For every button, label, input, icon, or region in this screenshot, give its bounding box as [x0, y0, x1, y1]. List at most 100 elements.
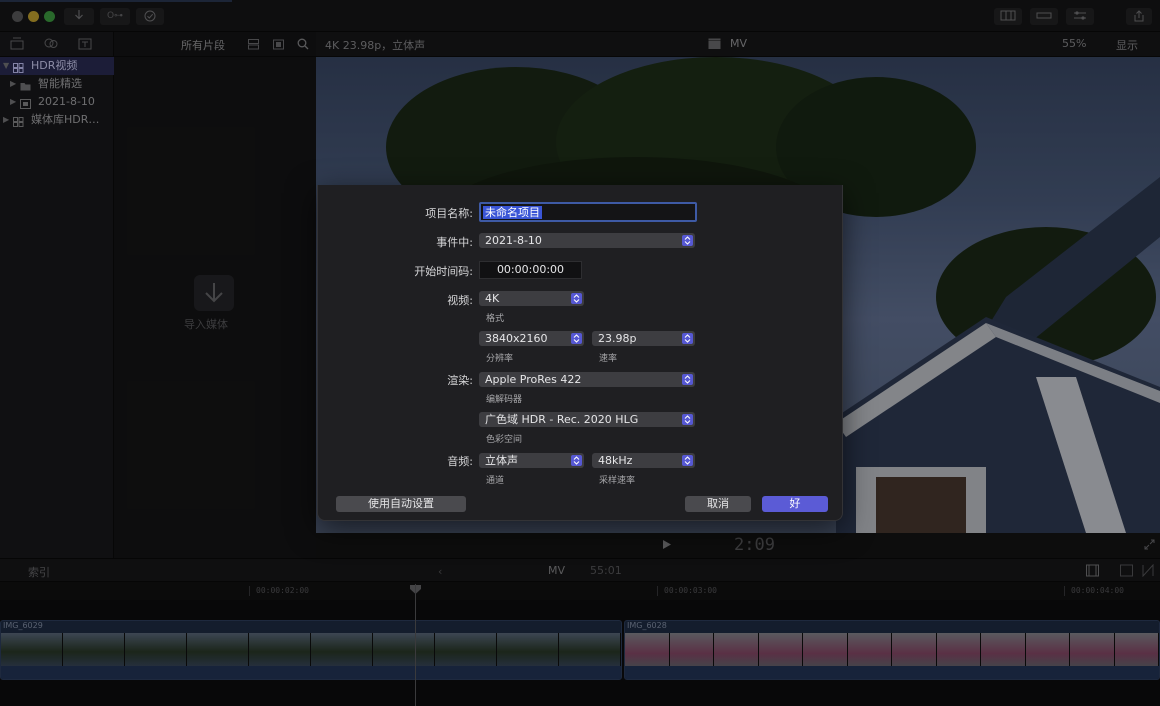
sample-rate-caption: 采样速率 [599, 476, 636, 486]
sample-rate-value: 48kHz [598, 454, 633, 467]
zoom-menu[interactable]: 55% [1062, 37, 1086, 50]
title-bar: O⊶ [0, 0, 1160, 32]
import-media-button[interactable] [194, 275, 234, 311]
updown-arrows-icon [682, 455, 693, 466]
viewer-header: 4K 23.98p，立体声 MV 55% 显示 [316, 32, 1160, 57]
updown-arrows-icon [571, 455, 582, 466]
viewer-timecode: 2:09 [734, 535, 775, 555]
show-browser-button[interactable] [994, 8, 1022, 25]
resolution-popup[interactable]: 3840x2160 [479, 331, 584, 346]
download-arrow-icon [205, 283, 223, 303]
event-label: 事件中: [436, 236, 473, 249]
color-space-value: 广色域 HDR - Rec. 2020 HLG [485, 413, 639, 426]
timeline-project-menu[interactable]: MV [548, 564, 565, 577]
libraries-icon[interactable] [10, 37, 24, 53]
library-item-label: 媒体库HDR… [31, 113, 100, 126]
codec-popup[interactable]: Apple ProRes 422 [479, 372, 695, 387]
resolution-value: 3840x2160 [485, 332, 548, 345]
clip-filter-menu[interactable]: 所有片段 [181, 37, 225, 53]
audio-channels-popup[interactable]: 立体声 [479, 453, 584, 468]
video-format-popup[interactable]: 4K [479, 291, 584, 306]
codec-caption: 编解码器 [486, 395, 523, 405]
background-tasks-button[interactable] [136, 8, 164, 25]
timeline-icon [1036, 12, 1052, 19]
disclosure-closed-icon[interactable]: ▶ [10, 93, 16, 111]
event-value: 2021-8-10 [485, 234, 542, 247]
library-item[interactable]: ▶ 智能精选 [0, 75, 114, 93]
timeline-clip[interactable]: IMG_6029 [0, 620, 622, 680]
timeline-ruler[interactable]: 00:00:02:00 00:00:03:00 00:00:04:00 [0, 582, 1160, 600]
library-item-label: 智能精选 [38, 77, 82, 90]
timeline-clip[interactable]: IMG_6028 [624, 620, 1160, 680]
library-grid-icon [13, 115, 24, 127]
event-popup[interactable]: 2021-8-10 [479, 233, 695, 248]
photos-audio-icon[interactable] [44, 37, 58, 53]
resolution-caption: 分辨率 [486, 354, 514, 364]
clip-appearance-icon[interactable] [1086, 564, 1099, 580]
new-project-dialog: 项目名称: 未命名项目 事件中: 2021-8-10 开始时间码: 00:00:… [317, 185, 843, 521]
disclosure-closed-icon[interactable]: ▶ [3, 111, 9, 129]
clip-filmstrip [625, 633, 1159, 667]
view-options-menu[interactable]: 显示 [1116, 37, 1138, 53]
updown-arrows-icon [571, 333, 582, 344]
disclosure-closed-icon[interactable]: ▶ [10, 75, 16, 93]
clip-filmstrip [1, 633, 621, 667]
start-timecode-label: 开始时间码: [414, 265, 473, 278]
close-window-button[interactable] [12, 11, 23, 22]
download-arrow-icon [75, 10, 83, 20]
ok-button[interactable]: 好 [762, 496, 828, 512]
timeline-duration: 55:01 [590, 564, 622, 577]
rate-caption: 速率 [599, 354, 618, 364]
clip-name: IMG_6029 [3, 621, 43, 630]
filmstrip-view-icon[interactable] [248, 39, 259, 53]
updown-arrows-icon [682, 414, 693, 425]
clip-audio-waveform [1, 666, 621, 679]
effects-browser-icon[interactable] [1120, 564, 1133, 580]
minimize-window-button[interactable] [28, 11, 39, 22]
timeline-toolbar: 索引 ‹ MV 55:01 [0, 558, 1160, 582]
color-space-caption: 色彩空间 [486, 435, 523, 445]
search-icon[interactable] [297, 38, 309, 53]
rate-popup[interactable]: 23.98p [592, 331, 695, 346]
clip-appearance-icon[interactable] [273, 39, 284, 53]
keywords-button[interactable]: O⊶ [100, 8, 130, 25]
timeline-index-button[interactable]: 索引 [28, 564, 50, 580]
titles-generators-icon[interactable] [78, 37, 92, 53]
library-item[interactable]: ▶ 2021-8-10 [0, 93, 114, 111]
codec-value: Apple ProRes 422 [485, 373, 582, 386]
share-icon [1134, 10, 1144, 22]
show-inspector-button[interactable] [1066, 8, 1094, 25]
disclosure-open-icon[interactable]: ▼ [3, 57, 9, 75]
library-item[interactable]: ▶ 媒体库HDR… [0, 111, 114, 129]
libraries-toolbar [0, 32, 113, 57]
updown-arrows-icon [571, 293, 582, 304]
use-automatic-settings-button[interactable]: 使用自动设置 [336, 496, 466, 512]
audio-channels-caption: 通道 [486, 476, 505, 486]
folder-icon [20, 79, 31, 91]
project-name-field[interactable]: 未命名项目 [479, 202, 697, 222]
start-timecode-field[interactable]: 00:00:00:00 [479, 261, 582, 279]
project-format-label: 4K 23.98p，立体声 [325, 39, 426, 52]
ruler-tick-label: 00:00:03:00 [664, 586, 717, 595]
library-item[interactable]: ▼ HDR视频 [0, 57, 114, 75]
video-label: 视频: [447, 294, 473, 307]
project-name-label: 项目名称: [425, 207, 473, 220]
sliders-icon [1074, 11, 1086, 20]
render-label: 渲染: [447, 374, 473, 387]
zoom-window-button[interactable] [44, 11, 55, 22]
show-timeline-button[interactable] [1030, 8, 1058, 25]
fullscreen-icon[interactable] [1144, 539, 1155, 553]
transitions-browser-icon[interactable] [1142, 563, 1154, 580]
back-arrow-icon[interactable]: ‹ [438, 565, 442, 578]
import-button[interactable] [64, 8, 94, 25]
sample-rate-popup[interactable]: 48kHz [592, 453, 695, 468]
background-task-progress [0, 0, 232, 2]
share-button[interactable] [1126, 8, 1152, 25]
playhead[interactable] [415, 584, 416, 706]
libraries-sidebar: ▼ HDR视频 ▶ 智能精选 ▶ 2021-8-10 ▶ 媒体库HDR… [0, 32, 114, 558]
timeline-tracks[interactable]: IMG_6029 IMG_6028 [0, 600, 1160, 706]
color-space-popup[interactable]: 广色域 HDR - Rec. 2020 HLG [479, 412, 695, 427]
cancel-button[interactable]: 取消 [685, 496, 751, 512]
library-item-label: HDR视频 [31, 59, 78, 72]
play-icon[interactable] [662, 539, 672, 553]
